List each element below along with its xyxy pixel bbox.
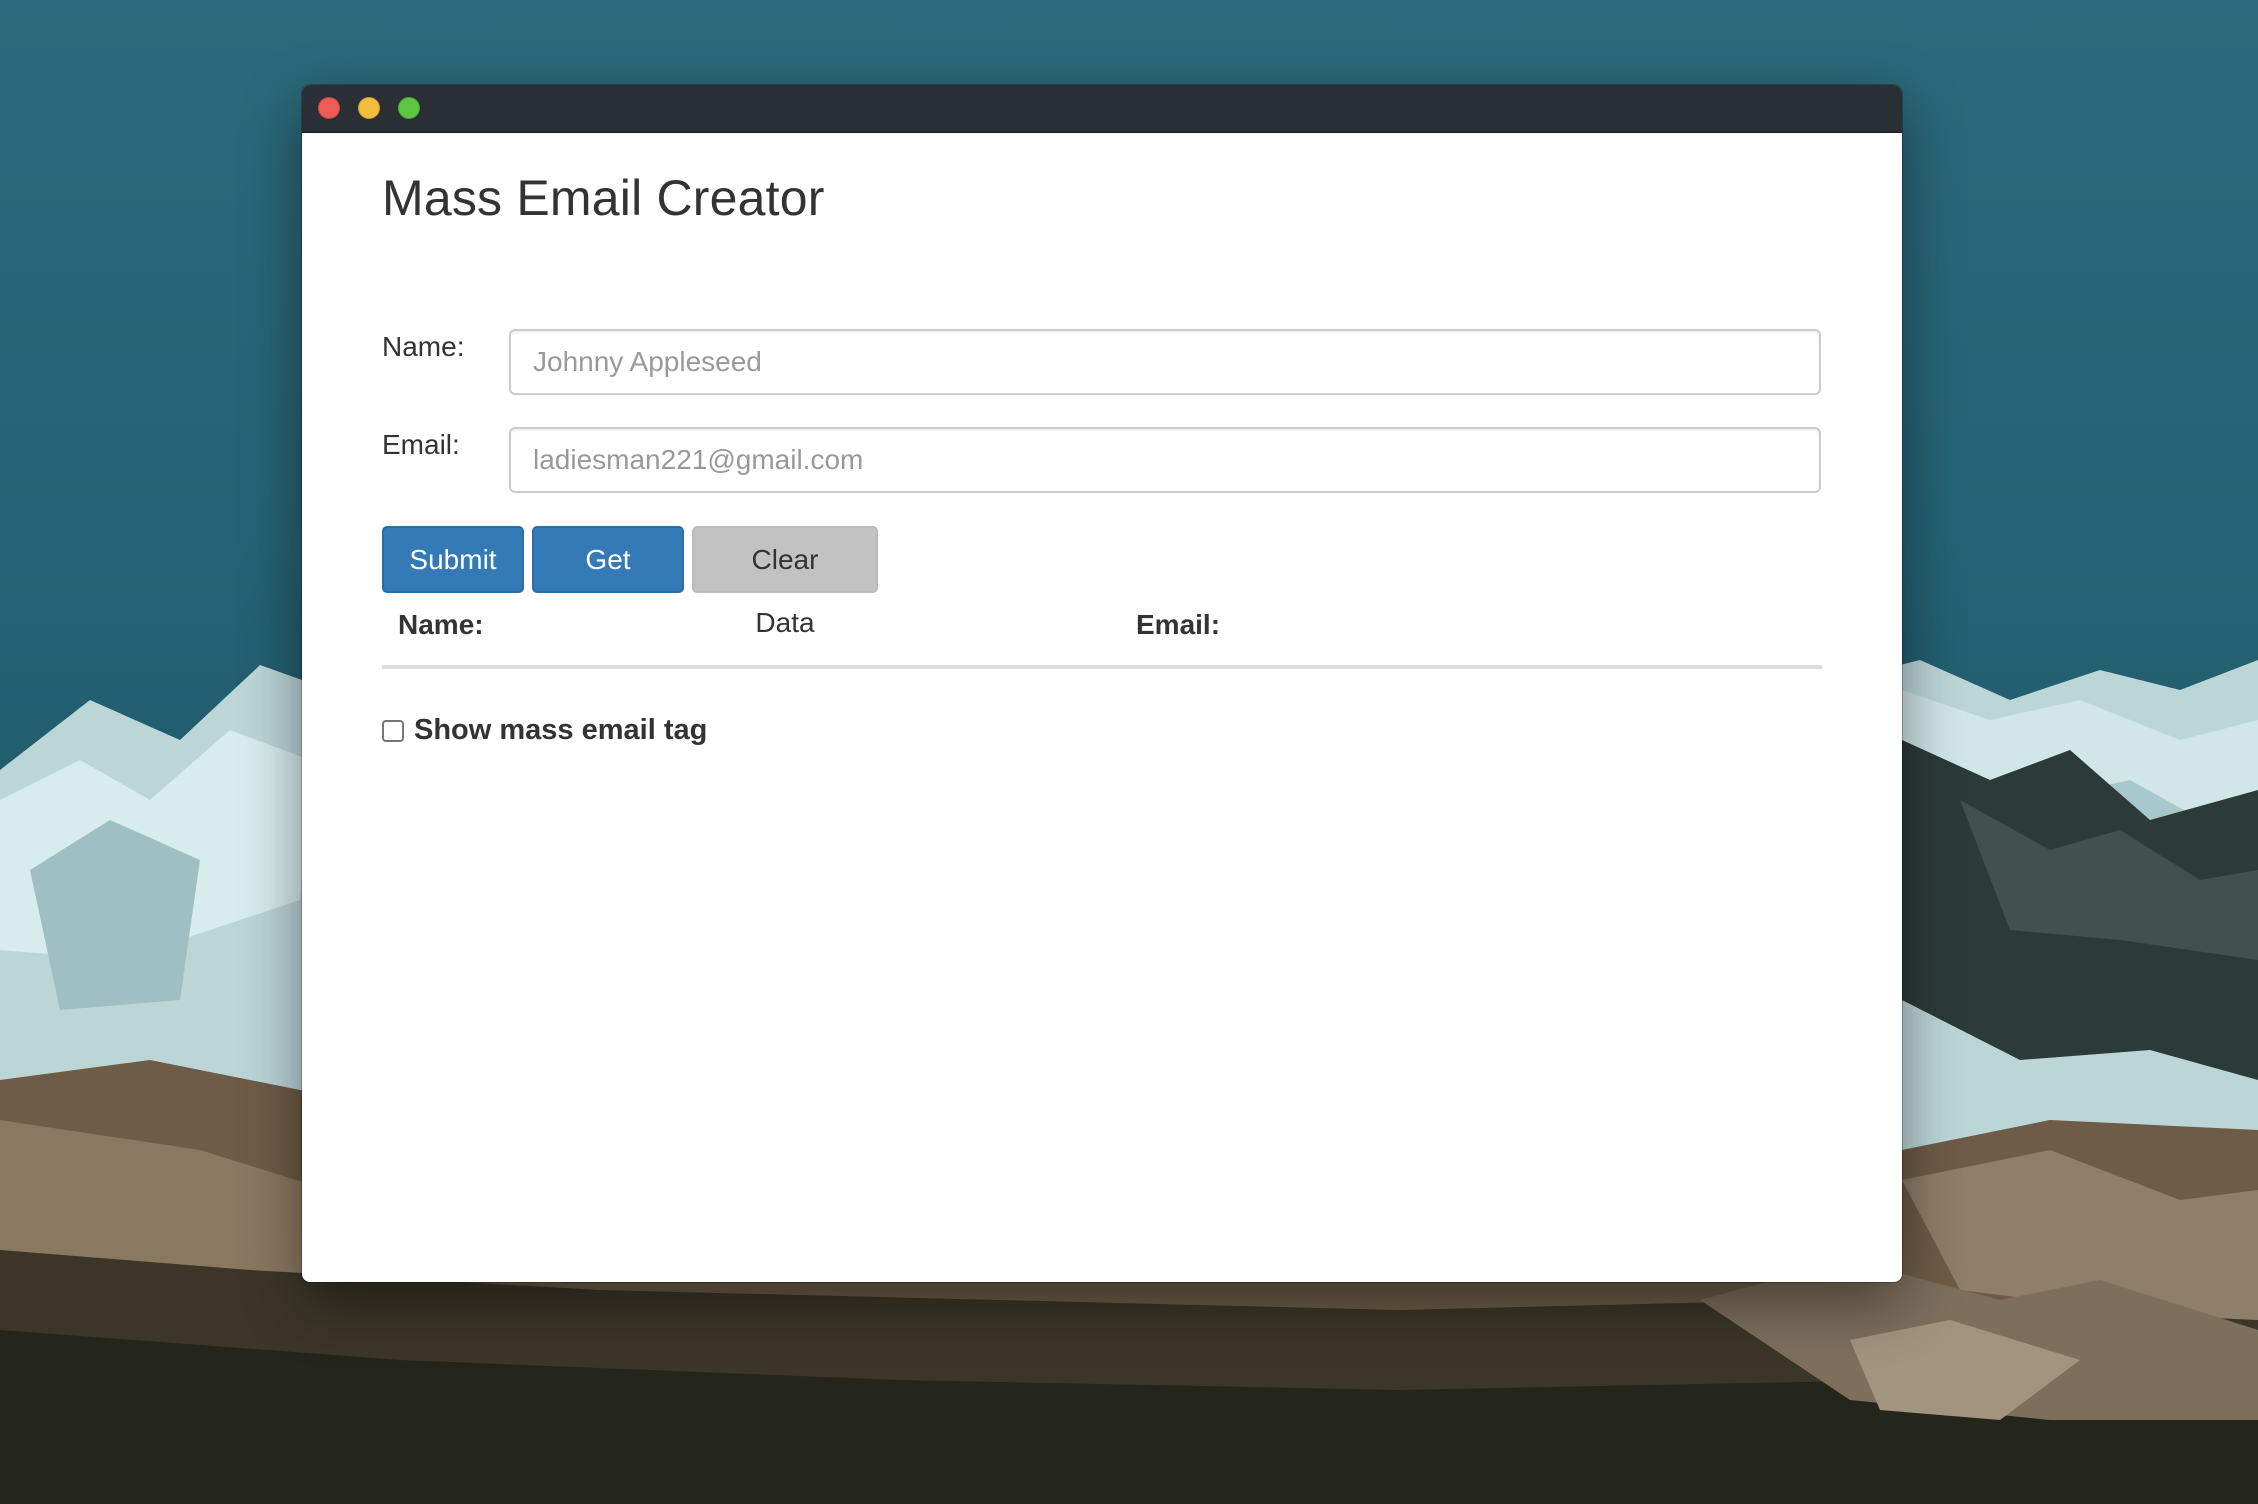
desktop: Mass Email Creator Name: Email: Submit G… (0, 0, 2258, 1504)
maximize-window-button[interactable] (398, 97, 420, 119)
email-label: Email: (382, 429, 460, 460)
get-info-button[interactable]: Get Info (532, 526, 684, 638)
app-window: Mass Email Creator Name: Email: Submit G… (302, 85, 1902, 1282)
table-header-name: Name: (398, 609, 484, 640)
name-input[interactable] (509, 329, 1821, 395)
close-window-button[interactable] (318, 97, 340, 119)
minimize-window-button[interactable] (358, 97, 380, 119)
submit-button[interactable]: Submit (382, 526, 524, 593)
contacts-table-header: Name: Email: (382, 609, 1822, 669)
show-tag-label[interactable]: Show mass email tag (414, 714, 707, 747)
clear-data-button[interactable]: Clear Data (692, 526, 878, 638)
page-title: Mass Email Creator (382, 170, 825, 226)
window-titlebar[interactable] (302, 85, 1902, 133)
name-label: Name: (382, 331, 465, 362)
show-tag-option[interactable]: Show mass email tag (382, 714, 707, 747)
show-tag-checkbox[interactable] (382, 719, 404, 742)
email-input[interactable] (509, 427, 1821, 493)
table-header-email: Email: (1136, 609, 1221, 640)
